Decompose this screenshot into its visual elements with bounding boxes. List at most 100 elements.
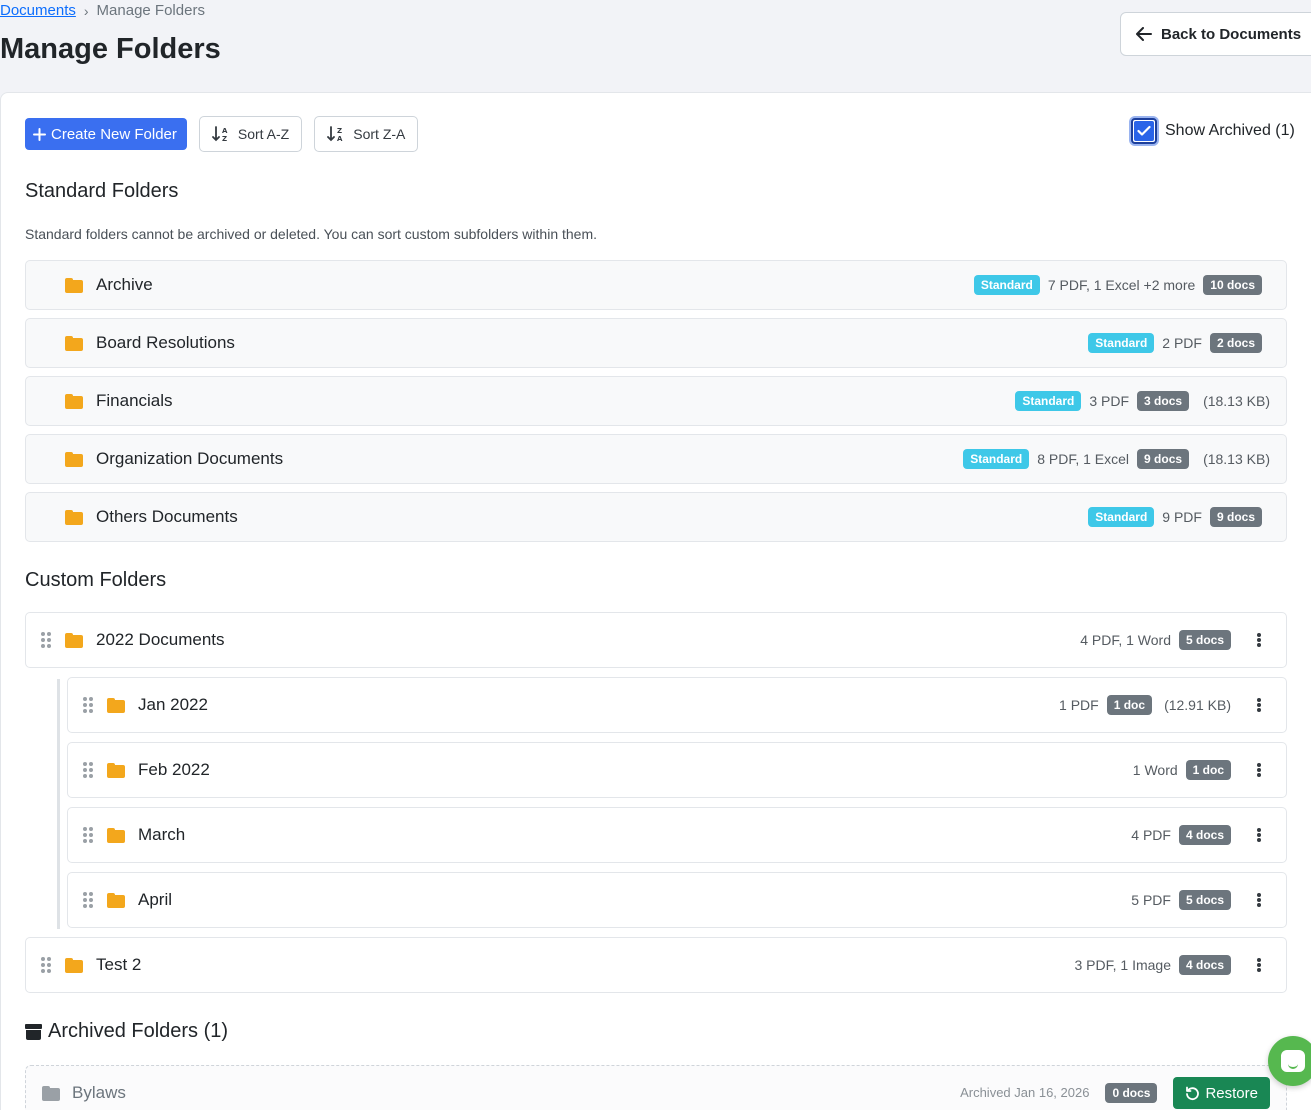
folder-size: (18.13 KB) xyxy=(1203,451,1270,467)
svg-text:A: A xyxy=(337,135,343,142)
archived-folder-row: Bylaws Archived Jan 16, 2026 0 docs Rest… xyxy=(25,1065,1287,1110)
back-to-documents-button[interactable]: Back to Documents xyxy=(1120,12,1311,56)
file-type-summary: 7 PDF, 1 Excel +2 more xyxy=(1047,277,1196,293)
file-type-summary: 3 PDF, 1 Image xyxy=(1074,957,1171,973)
subfolder-row[interactable]: April 5 PDF 5 docs xyxy=(67,872,1287,928)
doc-count-badge: 5 docs xyxy=(1178,630,1231,650)
show-archived-label: Show Archived (1) xyxy=(1165,122,1295,139)
subfolder-guide-line xyxy=(57,679,60,929)
show-archived-checkbox[interactable] xyxy=(1131,118,1157,144)
folder-icon xyxy=(65,393,83,409)
standard-badge: Standard xyxy=(963,449,1030,469)
doc-count-badge: 3 docs xyxy=(1137,391,1190,411)
kebab-menu-icon[interactable] xyxy=(1257,893,1261,907)
file-type-summary: 4 PDF xyxy=(1131,827,1171,843)
doc-count-badge: 0 docs xyxy=(1105,1083,1158,1103)
subfolder-row[interactable]: Feb 2022 1 Word 1 doc xyxy=(67,742,1287,798)
drag-handle-icon[interactable] xyxy=(83,892,93,908)
standard-folder-row[interactable]: Financials Standard 3 PDF 3 docs (18.13 … xyxy=(25,376,1287,426)
page-title: Manage Folders xyxy=(0,33,221,65)
file-type-summary: 2 PDF xyxy=(1162,335,1202,351)
standard-badge: Standard xyxy=(973,275,1040,295)
sort-az-icon: AZ xyxy=(211,126,228,142)
folder-name: Test 2 xyxy=(96,955,142,974)
archive-box-icon xyxy=(25,1023,42,1040)
folder-size: (12.91 KB) xyxy=(1164,697,1231,713)
folder-name: Feb 2022 xyxy=(138,760,210,779)
chat-launcher-button[interactable] xyxy=(1268,1036,1311,1086)
checkmark-icon xyxy=(1134,121,1154,141)
doc-count-badge: 1 doc xyxy=(1185,760,1231,780)
folder-icon xyxy=(65,509,83,525)
folder-icon xyxy=(65,277,83,293)
file-type-summary: 8 PDF, 1 Excel xyxy=(1037,451,1130,467)
standard-folders-help: Standard folders cannot be archived or d… xyxy=(25,226,598,242)
svg-text:A: A xyxy=(222,127,228,135)
standard-badge: Standard xyxy=(1088,333,1155,353)
folder-name: Jan 2022 xyxy=(138,695,208,714)
archived-folders-heading: Archived Folders (1) xyxy=(25,1020,228,1043)
drag-handle-icon[interactable] xyxy=(41,632,51,648)
custom-folder-row[interactable]: Test 2 3 PDF, 1 Image 4 docs xyxy=(25,937,1287,993)
custom-folders-heading: Custom Folders xyxy=(25,569,167,591)
file-type-summary: 5 PDF xyxy=(1131,892,1171,908)
show-archived-toggle[interactable]: Show Archived (1) xyxy=(1131,118,1295,144)
drag-handle-icon[interactable] xyxy=(83,827,93,843)
breadcrumb-link-documents[interactable]: Documents xyxy=(0,2,76,19)
subfolder-row[interactable]: March 4 PDF 4 docs xyxy=(67,807,1287,863)
folder-icon xyxy=(65,632,83,648)
drag-handle-icon[interactable] xyxy=(41,957,51,973)
svg-text:Z: Z xyxy=(337,127,342,135)
folder-icon xyxy=(107,827,125,843)
file-type-summary: 1 Word xyxy=(1132,762,1178,778)
folder-name: 2022 Documents xyxy=(96,630,225,649)
sort-az-button[interactable]: AZ Sort A-Z xyxy=(198,116,303,152)
archived-date: Archived Jan 16, 2026 xyxy=(960,1085,1090,1100)
kebab-menu-icon[interactable] xyxy=(1257,828,1261,842)
folder-icon xyxy=(65,335,83,351)
kebab-menu-icon[interactable] xyxy=(1257,633,1261,647)
plus-icon xyxy=(33,127,46,141)
folder-name: Board Resolutions xyxy=(96,333,235,352)
folder-name: March xyxy=(138,825,186,844)
folder-name: Organization Documents xyxy=(96,449,284,468)
restore-button[interactable]: Restore xyxy=(1173,1077,1270,1109)
folder-icon xyxy=(65,957,83,973)
file-type-summary: 4 PDF, 1 Word xyxy=(1080,632,1171,648)
folder-size: (18.13 KB) xyxy=(1203,393,1270,409)
svg-text:Z: Z xyxy=(222,135,227,142)
breadcrumb-separator: › xyxy=(83,2,89,19)
folder-icon xyxy=(42,1086,60,1101)
folder-name: April xyxy=(138,890,173,909)
subfolder-row[interactable]: Jan 2022 1 PDF 1 doc (12.91 KB) xyxy=(67,677,1287,733)
folder-icon xyxy=(107,892,125,908)
kebab-menu-icon[interactable] xyxy=(1257,958,1261,972)
doc-count-badge: 1 doc xyxy=(1106,695,1153,715)
custom-folder-row[interactable]: 2022 Documents 4 PDF, 1 Word 5 docs xyxy=(25,612,1287,668)
drag-handle-icon[interactable] xyxy=(83,697,93,713)
kebab-menu-icon[interactable] xyxy=(1257,763,1261,777)
folder-name: Others Documents xyxy=(96,507,238,526)
standard-folder-row[interactable]: Others Documents Standard 9 PDF 9 docs xyxy=(25,492,1287,542)
standard-folder-row[interactable]: Board Resolutions Standard 2 PDF 2 docs xyxy=(25,318,1287,368)
standard-badge: Standard xyxy=(1088,507,1155,527)
chat-icon xyxy=(1281,1050,1305,1072)
archived-folders-title: Archived Folders (1) xyxy=(48,1020,229,1042)
doc-count-badge: 9 docs xyxy=(1209,507,1262,527)
doc-count-badge: 4 docs xyxy=(1178,825,1231,845)
create-new-folder-label: Create New Folder xyxy=(51,125,177,143)
create-new-folder-button[interactable]: Create New Folder xyxy=(25,118,187,150)
standard-folder-row[interactable]: Organization Documents Standard 8 PDF, 1… xyxy=(25,434,1287,484)
doc-count-badge: 10 docs xyxy=(1203,275,1262,295)
folder-name: Archive xyxy=(96,275,153,294)
standard-folders-heading: Standard Folders xyxy=(25,180,179,202)
toolbar: Create New Folder AZ Sort A-Z ZA Sort Z-… xyxy=(25,116,419,152)
sort-za-button[interactable]: ZA Sort Z-A xyxy=(314,116,419,152)
file-type-summary: 9 PDF xyxy=(1162,509,1202,525)
standard-folder-row[interactable]: Archive Standard 7 PDF, 1 Excel +2 more … xyxy=(25,260,1287,310)
kebab-menu-icon[interactable] xyxy=(1257,698,1261,712)
doc-count-badge: 4 docs xyxy=(1178,955,1231,975)
folder-icon xyxy=(65,451,83,467)
drag-handle-icon[interactable] xyxy=(83,762,93,778)
sort-za-icon: ZA xyxy=(327,126,343,142)
